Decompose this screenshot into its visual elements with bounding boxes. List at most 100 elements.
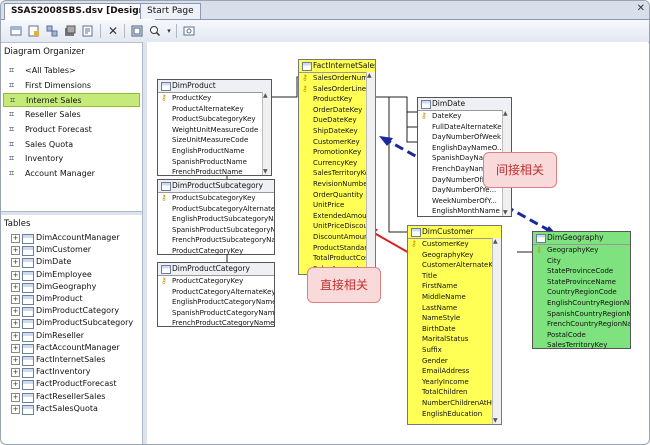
column-row[interactable]: DueDateKey bbox=[299, 115, 375, 126]
table-item[interactable]: + FactProductForecast bbox=[3, 378, 142, 391]
column-row[interactable]: PostalCode bbox=[533, 330, 630, 341]
column-row[interactable]: YearlyIncome bbox=[408, 377, 501, 388]
organizer-item-account-manager[interactable]: ⌗ Account Manager bbox=[3, 167, 140, 181]
column-row[interactable]: FrenchProductName bbox=[158, 167, 271, 178]
expand-icon[interactable]: + bbox=[11, 368, 20, 378]
expand-icon[interactable]: + bbox=[11, 270, 20, 280]
expand-icon[interactable]: + bbox=[11, 343, 20, 353]
column-row[interactable]: EnglishMonthName bbox=[418, 206, 511, 217]
expand-icon[interactable]: + bbox=[11, 319, 20, 329]
column-row[interactable]: FrenchProductSubcategoryNa... bbox=[158, 235, 274, 246]
column-row[interactable]: ProductCategoryAlternateKey bbox=[158, 287, 274, 298]
column-row[interactable]: UnitPriceDiscount... bbox=[299, 221, 375, 232]
expand-icon[interactable]: + bbox=[11, 258, 20, 268]
column-row[interactable]: SpanishProductSubcategoryNa... bbox=[158, 225, 274, 236]
table-dimproductsubcategory[interactable]: DimProductSubcategory ⚷ ProductSubcategor… bbox=[157, 179, 275, 255]
column-row[interactable]: SizeUnitMeasureCode bbox=[158, 135, 271, 146]
column-row[interactable]: EnglishCountryRegionNa... bbox=[533, 298, 630, 309]
diagram-canvas[interactable]: DimProduct ⚷ ProductKey ProductAlternateK… bbox=[147, 42, 648, 443]
close-icon[interactable]: ✕ bbox=[637, 3, 645, 14]
column-row[interactable]: ⚷ SalesOrderNumber bbox=[299, 73, 375, 84]
table-header[interactable]: DimCustomer bbox=[408, 226, 501, 239]
column-row[interactable]: ExtendedAmount bbox=[299, 211, 375, 222]
column-row[interactable]: ⚷ ProductKey bbox=[158, 93, 271, 104]
column-row[interactable]: ProductStandard... bbox=[299, 243, 375, 254]
table-scrollbar[interactable] bbox=[492, 238, 501, 424]
column-row[interactable]: CustomerKey bbox=[299, 137, 375, 148]
column-row[interactable]: NameStyle bbox=[408, 313, 501, 324]
column-row[interactable]: StateProvinceCode bbox=[533, 266, 630, 277]
column-row[interactable]: TotalChildren bbox=[408, 387, 501, 398]
column-row[interactable]: ⚷ GeographyKey bbox=[533, 245, 630, 256]
column-row[interactable]: ProductSubcategoryAlternateK... bbox=[158, 204, 274, 215]
column-row[interactable]: MaritalStatus bbox=[408, 334, 501, 345]
organizer-item-internet-sales[interactable]: ⌗ Internet Sales bbox=[3, 93, 140, 108]
column-row[interactable]: SpanishProductCategoryName bbox=[158, 308, 274, 319]
zoom-icon[interactable] bbox=[148, 24, 162, 38]
expand-icon[interactable]: + bbox=[11, 392, 20, 402]
column-row[interactable]: EnglishProductCategoryName bbox=[158, 297, 274, 308]
table-item[interactable]: + DimDate bbox=[3, 256, 142, 269]
column-row[interactable]: CustomerAlternateKey bbox=[408, 260, 501, 271]
table-scrollbar[interactable] bbox=[366, 72, 375, 274]
column-row[interactable]: DayNumberOfWeek bbox=[418, 132, 511, 143]
organizer-item-all-tables[interactable]: ⌗ <All Tables> bbox=[3, 64, 140, 78]
column-row[interactable]: GeographyKey bbox=[408, 250, 501, 261]
column-row[interactable]: DiscountAmount bbox=[299, 232, 375, 243]
table-item[interactable]: + DimEmployee bbox=[3, 269, 142, 281]
table-header[interactable]: DimGeography bbox=[533, 232, 630, 245]
column-row[interactable]: BirthDate bbox=[408, 324, 501, 335]
expand-icon[interactable]: + bbox=[11, 295, 20, 304]
table-header[interactable]: FactInternetSales bbox=[299, 60, 375, 73]
column-row[interactable]: ⚷ CustomerKey bbox=[408, 239, 501, 250]
table-item[interactable]: + FactInventory bbox=[3, 366, 142, 379]
column-row[interactable]: ⚷ ProductCategoryKey bbox=[158, 276, 274, 287]
column-row[interactable]: CountryRegionCode bbox=[533, 287, 630, 298]
table-item[interactable]: + FactAccountManager bbox=[3, 342, 142, 354]
column-row[interactable]: SpanishProductName bbox=[158, 157, 271, 168]
column-row[interactable]: ProductCategoryKey bbox=[158, 246, 274, 257]
expand-icon[interactable]: + bbox=[11, 246, 20, 256]
column-row[interactable]: TotalProductCost bbox=[299, 253, 375, 264]
pane-splitter[interactable] bbox=[1, 211, 142, 215]
organizer-item-product-forecast[interactable]: ⌗ Product Forecast bbox=[3, 123, 140, 137]
expand-icon[interactable]: + bbox=[11, 234, 20, 243]
column-row[interactable]: StateProvinceName bbox=[533, 277, 630, 288]
column-row[interactable]: LastName bbox=[408, 303, 501, 314]
table-header[interactable]: DimProductCategory bbox=[158, 263, 274, 276]
column-row[interactable]: ShipDateKey bbox=[299, 126, 375, 137]
table-item[interactable]: + DimProductSubcategory bbox=[3, 317, 142, 330]
expand-icon[interactable]: + bbox=[11, 307, 20, 317]
table-header[interactable]: DimDate bbox=[418, 98, 511, 111]
tab-dsv-design[interactable]: SSAS2008SBS.dsv [Design] bbox=[4, 3, 157, 20]
column-row[interactable]: ProductAlternateKey bbox=[158, 104, 271, 115]
table-dimcustomer[interactable]: DimCustomer ⚷ CustomerKey GeographyKey Cu… bbox=[407, 225, 502, 425]
column-row[interactable]: ⚷ ProductSubcategoryKey bbox=[158, 193, 274, 204]
new-relationship-icon[interactable] bbox=[45, 24, 59, 38]
column-row[interactable]: OrderDateKey bbox=[299, 105, 375, 116]
column-row[interactable]: FrenchCountryRegionNa... bbox=[533, 319, 630, 330]
column-row[interactable]: ⚷ DateKey bbox=[418, 111, 511, 122]
column-row[interactable]: ⚷ SalesOrderLineN... bbox=[299, 84, 375, 95]
arrange-tables-icon[interactable] bbox=[130, 24, 144, 38]
column-row[interactable]: SalesTerritoryKey bbox=[299, 168, 375, 179]
column-row[interactable]: PromotionKey bbox=[299, 147, 375, 158]
organizer-item-inventory[interactable]: ⌗ Inventory bbox=[3, 152, 140, 166]
replace-table-icon[interactable] bbox=[63, 24, 77, 38]
column-row[interactable]: Suffix bbox=[408, 345, 501, 356]
column-row[interactable]: WeekNumberOfY... bbox=[418, 196, 511, 207]
column-row[interactable]: SalesTerritoryKey bbox=[533, 340, 630, 351]
table-item[interactable]: + FactResellerSales bbox=[3, 391, 142, 403]
table-item[interactable]: + FactInternetSales bbox=[3, 354, 142, 366]
expand-icon[interactable]: + bbox=[11, 282, 20, 292]
column-row[interactable]: City bbox=[533, 256, 630, 267]
table-item[interactable]: + DimProductCategory bbox=[3, 305, 142, 318]
table-item[interactable]: + DimAccountManager bbox=[3, 232, 142, 244]
expand-icon[interactable]: + bbox=[11, 380, 20, 390]
column-row[interactable]: FrenchProductCategoryName bbox=[158, 318, 274, 329]
table-factinternetsales[interactable]: FactInternetSales ⚷ SalesOrderNumber ⚷ Sal… bbox=[298, 59, 376, 275]
organizer-item-sales-quota[interactable]: ⌗ Sales Quota bbox=[3, 138, 140, 152]
table-dimproduct[interactable]: DimProduct ⚷ ProductKey ProductAlternateK… bbox=[157, 79, 272, 176]
table-dimproductcategory[interactable]: DimProductCategory ⚷ ProductCategoryKey P… bbox=[157, 262, 275, 327]
chevron-down-icon[interactable]: ▾ bbox=[162, 24, 176, 38]
